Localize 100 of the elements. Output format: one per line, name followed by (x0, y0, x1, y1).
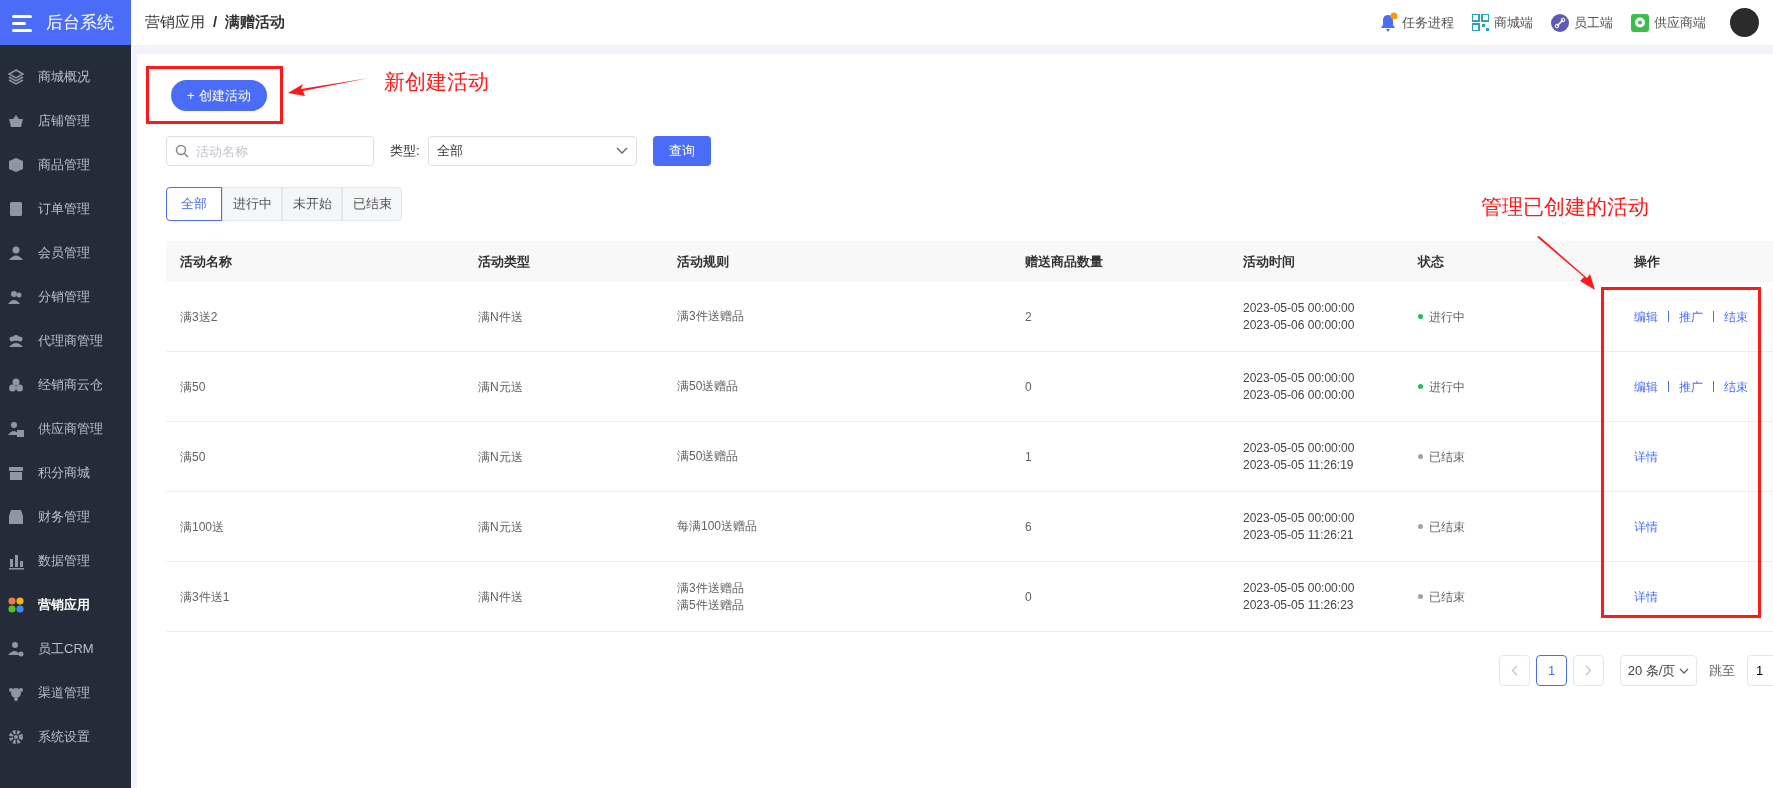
page-size-select[interactable]: 20 条/页 (1620, 655, 1697, 686)
table-cell-text: 2023-05-05 11:26:21 (1243, 526, 1355, 544)
menu-item-icon (8, 244, 24, 262)
sidebar-item[interactable]: 店铺管理 (0, 99, 131, 143)
breadcrumb-item[interactable]: 营销应用 (145, 11, 205, 34)
action-link[interactable]: 详情 (1634, 447, 1658, 466)
table-cell-text: 满N元送 (478, 448, 524, 466)
table-cell-text: 2023-05-05 00:00:00 (1243, 369, 1356, 387)
app-title: 后台系统 (46, 11, 114, 34)
table-cell-text: 2023-05-05 00:00:00 (1243, 509, 1356, 527)
breadcrumb-item: 满赠活动 (225, 12, 286, 33)
table-cell-text: 满100送 (180, 518, 226, 536)
menu-item-icon (8, 376, 24, 394)
sidebar-item[interactable]: 员工CRM (0, 627, 131, 671)
table-cell-text: 0 (1025, 588, 1033, 606)
table-cell-text: 2023-05-06 00:00:00 (1243, 386, 1356, 404)
table-cell-text: 0 (1025, 378, 1033, 396)
sidebar-item[interactable]: 渠道管理 (0, 671, 131, 715)
chevron-down-icon (615, 147, 628, 155)
status-text: 已结束 (1429, 448, 1465, 466)
menu-item-icon (8, 464, 24, 482)
menu-item-icon (8, 156, 24, 174)
sidebar-item[interactable]: 积分商城 (0, 451, 131, 495)
filter-tab[interactable]: 进行中 (222, 187, 282, 221)
filter-tab[interactable]: 全部 (166, 187, 222, 221)
column-header: 活动规则 (677, 253, 729, 269)
header-link[interactable]: 商城端 (1472, 12, 1533, 33)
table-cell-text: 2023-05-05 11:26:19 (1243, 456, 1355, 474)
table-cell-text: 1 (1025, 448, 1033, 466)
action-link[interactable]: 详情 (1634, 587, 1658, 606)
page-button[interactable]: 1 (1536, 655, 1567, 686)
action-link[interactable]: 结束 (1724, 377, 1748, 396)
type-select[interactable]: 全部 (427, 136, 637, 166)
table-cell-text: 满50送赠品 (677, 378, 740, 395)
chat-icon (1631, 13, 1649, 32)
column-header: 活动名称 (180, 253, 232, 269)
table-cell-text: 6 (1025, 518, 1033, 536)
menu-item-icon (8, 552, 24, 570)
column-header: 活动时间 (1243, 253, 1295, 269)
menu-item-icon (8, 420, 24, 438)
search-icon (175, 144, 189, 158)
sidebar-item[interactable]: 系统设置 (0, 715, 131, 759)
sidebar-item[interactable]: 数据管理 (0, 539, 131, 583)
menu-item-icon (8, 200, 24, 218)
header-link[interactable]: 员工端 (1551, 12, 1613, 33)
action-link[interactable]: 编辑 (1634, 307, 1658, 326)
page-jump-field[interactable]: 1 (1747, 655, 1773, 686)
action-link[interactable]: 推广 (1679, 377, 1703, 396)
qr-code-icon (1472, 14, 1489, 31)
chevron-down-icon (1679, 667, 1690, 674)
table-cell-text: 满50 (180, 378, 207, 396)
annotation-arrow (1536, 236, 1596, 291)
filter-tab[interactable]: 未开始 (282, 187, 342, 221)
column-header: 活动类型 (478, 253, 530, 269)
sidebar-item[interactable]: 财务管理 (0, 495, 131, 539)
column-header: 操作 (1634, 253, 1660, 269)
sidebar-item[interactable]: 分销管理 (0, 275, 131, 319)
menu-item-icon (8, 728, 24, 746)
sidebar-item[interactable]: 营销应用 (0, 583, 131, 627)
sidebar-item[interactable]: 订单管理 (0, 187, 131, 231)
table-cell-text: 2 (1025, 308, 1033, 326)
sidebar-item[interactable]: 会员管理 (0, 231, 131, 275)
action-link[interactable]: 编辑 (1634, 377, 1658, 396)
filter-tab[interactable]: 已结束 (342, 187, 402, 221)
table-cell-text: 满3送2 (180, 308, 219, 326)
jump-label: 跳至 (1709, 661, 1735, 680)
table-cell-text: 满3件送1 (180, 588, 231, 606)
sidebar-item[interactable]: 商城概况 (0, 55, 131, 99)
table-cell-text: 2023-05-05 00:00:00 (1243, 579, 1356, 597)
chevron-left-icon (1511, 665, 1518, 676)
chevron-right-icon (1585, 665, 1592, 676)
action-link[interactable]: 结束 (1724, 307, 1748, 326)
column-header: 状态 (1418, 253, 1444, 269)
action-link[interactable]: 推广 (1679, 307, 1703, 326)
status-text: 进行中 (1429, 378, 1465, 396)
query-button[interactable]: 查询 (652, 136, 711, 166)
search-field[interactable]: 活动名称 (166, 136, 374, 166)
create-activity-button[interactable]: + 创建活动 (171, 80, 267, 111)
status-text: 已结束 (1429, 588, 1465, 606)
link-icon (1551, 13, 1569, 32)
header-link[interactable]: 任务进程 (1379, 12, 1454, 33)
table-cell-text: 满3件送赠品 (677, 579, 745, 597)
table-cell-text: 每满100送赠品 (677, 518, 759, 535)
status-text: 已结束 (1429, 518, 1465, 536)
table-cell-text: 满50 (180, 448, 207, 466)
annotation-text: 新创建活动 (384, 69, 489, 95)
action-link[interactable]: 详情 (1634, 517, 1658, 536)
table-cell-text: 2023-05-05 00:00:00 (1243, 439, 1356, 457)
header-link[interactable]: 供应商端 (1631, 12, 1706, 33)
sidebar-item[interactable]: 经销商云仓 (0, 363, 131, 407)
sidebar-item[interactable]: 商品管理 (0, 143, 131, 187)
sidebar-item[interactable]: 供应商管理 (0, 407, 131, 451)
avatar[interactable] (1730, 8, 1759, 37)
menu-item-icon (8, 508, 24, 526)
sidebar-item[interactable]: 代理商管理 (0, 319, 131, 363)
table-cell-text: 满N元送 (478, 378, 524, 396)
menu-icon[interactable] (12, 13, 34, 32)
status-text: 进行中 (1429, 308, 1465, 326)
table-cell-text: 满N元送 (478, 518, 524, 536)
breadcrumb-separator: / (213, 12, 218, 33)
